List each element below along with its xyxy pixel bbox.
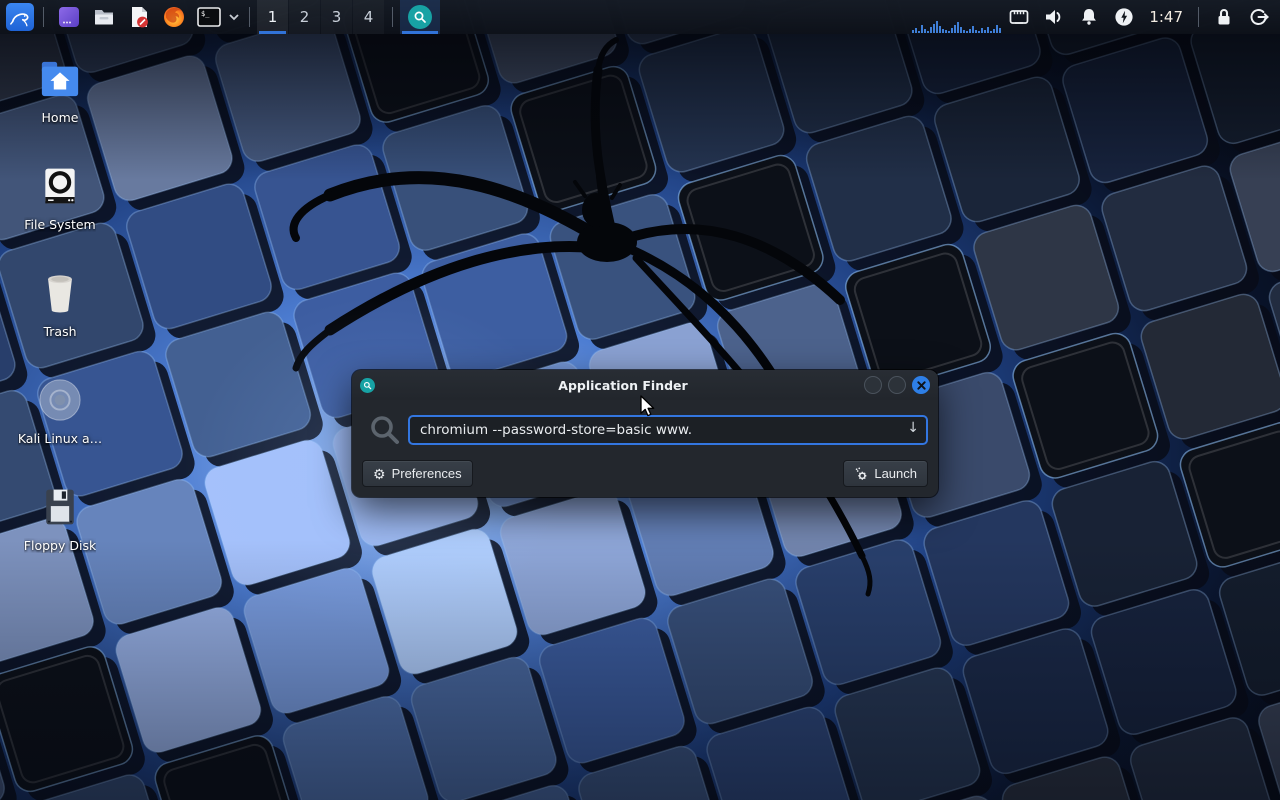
workspace-4[interactable]: 4 [353, 0, 384, 34]
desktop-icon-file-system[interactable]: File System [8, 153, 112, 260]
launch-label: Launch [874, 466, 917, 481]
clock[interactable]: 1:47 [1141, 8, 1191, 26]
launcher-text-editor[interactable] [121, 0, 156, 34]
trash-can-icon [38, 268, 82, 318]
svg-text:$_: $_ [201, 10, 210, 18]
terminal-icon: $_ [196, 5, 222, 29]
launcher-terminal[interactable]: $_ [191, 0, 226, 34]
workspace-label: 4 [364, 8, 374, 26]
maximize-button[interactable] [888, 376, 906, 394]
volume-tray-button[interactable] [1036, 0, 1071, 34]
preferences-button[interactable]: ⚙ Preferences [362, 460, 473, 487]
workspace-label: 1 [268, 8, 278, 26]
volume-icon [1042, 5, 1066, 29]
command-input[interactable] [408, 415, 928, 445]
launcher-file-manager[interactable] [86, 0, 121, 34]
floppy-disk-icon [38, 482, 82, 532]
top-panel: $_ 1 2 3 4 [0, 0, 1280, 34]
desktop-icon-grid: Home File System Trash [8, 46, 112, 581]
panel-separator [392, 7, 393, 27]
active-workspace-indicator [259, 31, 286, 34]
text-editor-icon [127, 5, 151, 29]
lock-icon [1212, 5, 1236, 29]
preferences-label: Preferences [392, 466, 462, 481]
launcher-firefox[interactable] [156, 0, 191, 34]
desktop-icon-floppy-disk[interactable]: Floppy Disk [8, 474, 112, 581]
notifications-tray-button[interactable] [1071, 0, 1106, 34]
logout-button[interactable] [1241, 0, 1276, 34]
desktop-icon-kali-cd[interactable]: Kali Linux a… [8, 367, 112, 474]
workspace-label: 3 [332, 8, 342, 26]
application-finder-window: Application Finder ↓ ⚙ Preferences [352, 370, 938, 497]
minimize-button[interactable] [864, 376, 882, 394]
taskbar-application-finder[interactable] [400, 0, 440, 34]
power-bolt-icon [1112, 5, 1136, 29]
hard-disk-icon [38, 161, 82, 211]
file-manager-icon [92, 5, 116, 29]
firefox-icon [162, 5, 186, 29]
titlebar[interactable]: Application Finder [352, 370, 938, 400]
desktop-icon-label: File System [24, 217, 96, 232]
app-window-icon [57, 5, 81, 29]
network-icon [1007, 5, 1031, 29]
panel-separator [249, 7, 250, 27]
power-manager-tray-button[interactable] [1106, 0, 1141, 34]
kali-logo-icon [6, 3, 34, 31]
workspace-1[interactable]: 1 [257, 0, 288, 34]
desktop-icon-label: Kali Linux a… [18, 431, 102, 446]
window-title: Application Finder [382, 378, 864, 393]
active-window-indicator [402, 31, 438, 34]
window-app-icon [360, 378, 382, 393]
application-finder-icon [408, 5, 432, 29]
logout-icon [1247, 5, 1271, 29]
workspace-3[interactable]: 3 [321, 0, 352, 34]
cd-disc-icon [37, 375, 83, 425]
desktop-icon-label: Trash [43, 324, 76, 339]
gear-icon: ⚙ [373, 467, 386, 481]
workspace-2[interactable]: 2 [289, 0, 320, 34]
search-icon [362, 414, 408, 446]
cpu-graph[interactable] [909, 0, 1001, 34]
workspace-label: 2 [300, 8, 310, 26]
home-folder-icon [37, 54, 83, 104]
launcher-app-window[interactable] [51, 0, 86, 34]
desktop-icon-home[interactable]: Home [8, 46, 112, 153]
applications-menu-button[interactable] [4, 0, 36, 34]
lock-screen-button[interactable] [1206, 0, 1241, 34]
launch-button[interactable]: Launch [843, 460, 928, 487]
run-gears-icon [854, 467, 868, 481]
launcher-dropdown-arrow[interactable] [226, 0, 242, 34]
desktop-icon-label: Floppy Disk [24, 538, 96, 553]
bell-icon [1077, 5, 1101, 29]
panel-separator [1198, 7, 1199, 27]
network-tray-button[interactable] [1001, 0, 1036, 34]
panel-separator [43, 7, 44, 27]
chevron-down-icon [228, 13, 240, 21]
desktop-icon-trash[interactable]: Trash [8, 260, 112, 367]
desktop-icon-label: Home [42, 110, 79, 125]
close-button[interactable] [912, 376, 930, 394]
close-icon [917, 381, 926, 390]
